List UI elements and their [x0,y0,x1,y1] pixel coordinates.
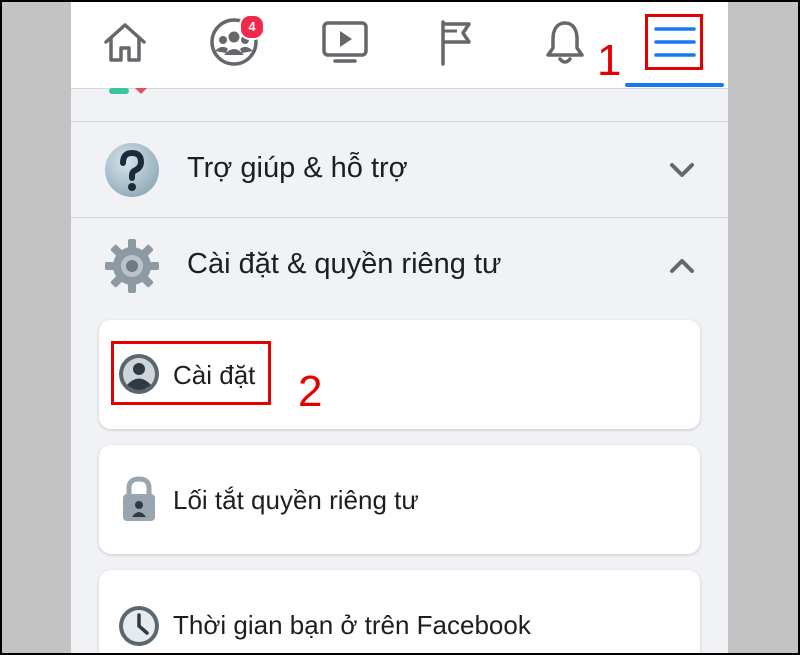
bell-icon [546,21,584,64]
question-icon [105,143,159,197]
time-on-facebook-label: Thời gian bạn ở trên Facebook [173,610,531,640]
lock-icon [123,476,155,521]
active-tab-indicator [625,83,724,87]
home-icon [104,23,146,62]
video-play-icon [322,21,368,63]
settings-privacy-label: Cài đặt & quyền riêng tư [187,248,502,280]
phone-screen: 4 Trợ giúp & hỗ trợ Cài đặt & quyền riên… [71,2,728,653]
nav-groups[interactable]: 4 [206,14,265,68]
step-number-2: 2 [298,367,323,416]
chevron-down-icon [670,163,694,177]
partial-item-icon [109,88,147,94]
gear-icon [105,239,159,293]
flag-icon [441,20,471,66]
nav-watch[interactable] [317,16,373,68]
groups-badge: 4 [239,14,265,40]
chevron-up-icon [670,259,694,273]
settings-privacy-section[interactable]: Cài đặt & quyền riêng tư [71,217,728,314]
annotation-box-settings [111,341,271,405]
nav-notifications[interactable] [537,16,593,68]
step-number-1: 1 [597,36,622,85]
time-on-facebook-card[interactable]: Thời gian bạn ở trên Facebook [99,570,700,653]
nav-home[interactable] [97,16,153,68]
privacy-shortcuts-card[interactable]: Lối tắt quyền riêng tư [99,445,700,554]
help-support-section[interactable]: Trợ giúp & hỗ trợ [71,121,728,218]
top-nav-bar: 4 [71,2,728,89]
nav-pages[interactable] [427,16,483,68]
privacy-shortcuts-label: Lối tắt quyền riêng tư [173,485,419,515]
annotation-box-menu [645,14,703,70]
help-support-label: Trợ giúp & hỗ trợ [187,152,408,184]
clock-icon [119,606,159,646]
